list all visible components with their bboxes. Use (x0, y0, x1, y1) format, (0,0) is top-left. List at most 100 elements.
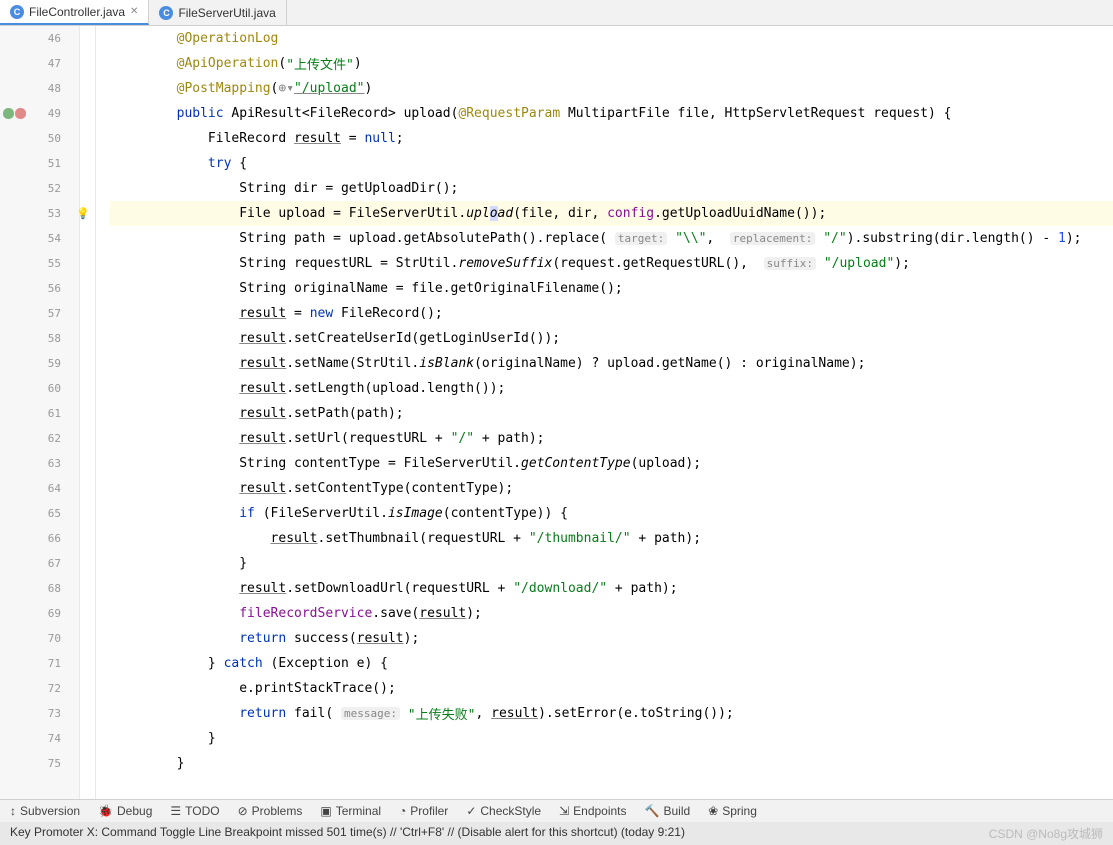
tool-todo[interactable]: ☰TODO (170, 804, 219, 818)
code-line: result.setName(StrUtil.isBlank(originalN… (110, 351, 1113, 376)
code-line: result.setDownloadUrl(requestURL + "/dow… (110, 576, 1113, 601)
line-number: 61 (37, 407, 61, 420)
debug-icon: 🐞 (98, 804, 113, 818)
tool-terminal[interactable]: ▣Terminal (320, 804, 381, 818)
tool-checkstyle[interactable]: ✓CheckStyle (466, 804, 541, 818)
status-bar: Key Promoter X: Command Toggle Line Brea… (0, 822, 1113, 845)
endpoints-icon: ⇲ (559, 804, 569, 818)
code-line: result.setThumbnail(requestURL + "/thumb… (110, 526, 1113, 551)
code-line: e.printStackTrace(); (110, 676, 1113, 701)
editor-main: 46 47 48 49 50 51 52 53 54 55 56 57 58 5… (0, 26, 1113, 799)
line-number: 71 (37, 657, 61, 670)
subversion-icon: ↕ (10, 804, 16, 818)
spring-icon: ❀ (708, 804, 718, 818)
code-line: @OperationLog (110, 26, 1113, 51)
code-line: String requestURL = StrUtil.removeSuffix… (110, 251, 1113, 276)
close-icon[interactable]: ✕ (130, 6, 138, 17)
code-line: result.setCreateUserId(getLoginUserId())… (110, 326, 1113, 351)
code-line: @ApiOperation("上传文件") (110, 51, 1113, 76)
fold-column[interactable] (96, 26, 110, 799)
line-number: 52 (37, 182, 61, 195)
code-line: } (110, 726, 1113, 751)
tool-build[interactable]: 🔨Build (645, 804, 691, 818)
line-number: 62 (37, 432, 61, 445)
tool-spring[interactable]: ❀Spring (708, 804, 757, 818)
line-number: 51 (37, 157, 61, 170)
line-number: 70 (37, 632, 61, 645)
code-line: String contentType = FileServerUtil.getC… (110, 451, 1113, 476)
code-line: String dir = getUploadDir(); (110, 176, 1113, 201)
checkstyle-icon: ✓ (466, 804, 476, 818)
tab-label: FileServerUtil.java (178, 6, 275, 20)
line-number: 64 (37, 482, 61, 495)
line-number: 66 (37, 532, 61, 545)
build-icon: 🔨 (645, 804, 660, 818)
status-message: Key Promoter X: Command Toggle Line Brea… (10, 825, 685, 842)
line-number: 47 (37, 57, 61, 70)
line-number: 68 (37, 582, 61, 595)
code-line: result.setContentType(contentType); (110, 476, 1113, 501)
java-class-icon: C (159, 6, 173, 20)
line-number: 55 (37, 257, 61, 270)
line-number: 54 (37, 232, 61, 245)
line-number: 63 (37, 457, 61, 470)
line-number: 60 (37, 382, 61, 395)
gutter[interactable]: 46 47 48 49 50 51 52 53 54 55 56 57 58 5… (0, 26, 80, 799)
code-line: String originalName = file.getOriginalFi… (110, 276, 1113, 301)
code-line: } (110, 551, 1113, 576)
code-line: try { (110, 151, 1113, 176)
line-number: 65 (37, 507, 61, 520)
tab-label: FileController.java (29, 5, 125, 19)
line-number: 48 (37, 82, 61, 95)
line-number: 59 (37, 357, 61, 370)
line-number: 74 (37, 732, 61, 745)
problems-icon: ⊘ (238, 804, 248, 818)
code-line: result.setUrl(requestURL + "/" + path); (110, 426, 1113, 451)
line-number: 75 (37, 757, 61, 770)
tool-profiler[interactable]: ◔Profiler (399, 804, 448, 818)
line-number: 57 (37, 307, 61, 320)
line-number: 69 (37, 607, 61, 620)
line-number: 58 (37, 332, 61, 345)
line-number: 73 (37, 707, 61, 720)
tab-filecontroller[interactable]: C FileController.java ✕ (0, 0, 149, 25)
code-line: @PostMapping(⊕▾"/upload") (110, 76, 1113, 101)
code-line: result = new FileRecord(); (110, 301, 1113, 326)
tool-windows-bar: ↕Subversion 🐞Debug ☰TODO ⊘Problems ▣Term… (0, 800, 1113, 822)
code-line: fileRecordService.save(result); (110, 601, 1113, 626)
code-line: } (110, 751, 1113, 776)
code-line: } catch (Exception e) { (110, 651, 1113, 676)
run-marker-icon[interactable] (3, 108, 26, 119)
profiler-icon: ◔ (399, 804, 406, 818)
tool-debug[interactable]: 🐞Debug (98, 804, 152, 818)
line-number: 72 (37, 682, 61, 695)
code-line: result.setLength(upload.length()); (110, 376, 1113, 401)
bottom-panel: ↕Subversion 🐞Debug ☰TODO ⊘Problems ▣Term… (0, 799, 1113, 845)
line-number: 53 (37, 207, 61, 220)
terminal-icon: ▣ (320, 804, 331, 818)
change-stripe (80, 26, 96, 799)
code-area[interactable]: @OperationLog @ApiOperation("上传文件") @Pos… (110, 26, 1113, 799)
url-icon: ⊕▾ (278, 81, 294, 96)
code-line-current: File upload = FileServerUtil.upload(file… (110, 201, 1113, 226)
tool-endpoints[interactable]: ⇲Endpoints (559, 804, 626, 818)
code-line: return success(result); (110, 626, 1113, 651)
code-line: result.setPath(path); (110, 401, 1113, 426)
code-line: if (FileServerUtil.isImage(contentType))… (110, 501, 1113, 526)
line-number: 56 (37, 282, 61, 295)
todo-icon: ☰ (170, 804, 181, 818)
code-line: FileRecord result = null; (110, 126, 1113, 151)
code-line: String path = upload.getAbsolutePath().r… (110, 226, 1113, 251)
editor-tabs: C FileController.java ✕ C FileServerUtil.ja… (0, 0, 1113, 26)
line-number: 50 (37, 132, 61, 145)
line-number: 46 (37, 32, 61, 45)
tool-subversion[interactable]: ↕Subversion (10, 804, 80, 818)
tab-fileserverutil[interactable]: C FileServerUtil.java (149, 0, 286, 25)
line-number: 49 (37, 107, 61, 120)
code-line: return fail( message: "上传失败", result).se… (110, 701, 1113, 726)
watermark: CSDN @No8g攻城狮 (989, 825, 1103, 842)
java-class-icon: C (10, 5, 24, 19)
code-line: public ApiResult<FileRecord> upload(@Req… (110, 101, 1113, 126)
tool-problems[interactable]: ⊘Problems (238, 804, 303, 818)
line-number: 67 (37, 557, 61, 570)
